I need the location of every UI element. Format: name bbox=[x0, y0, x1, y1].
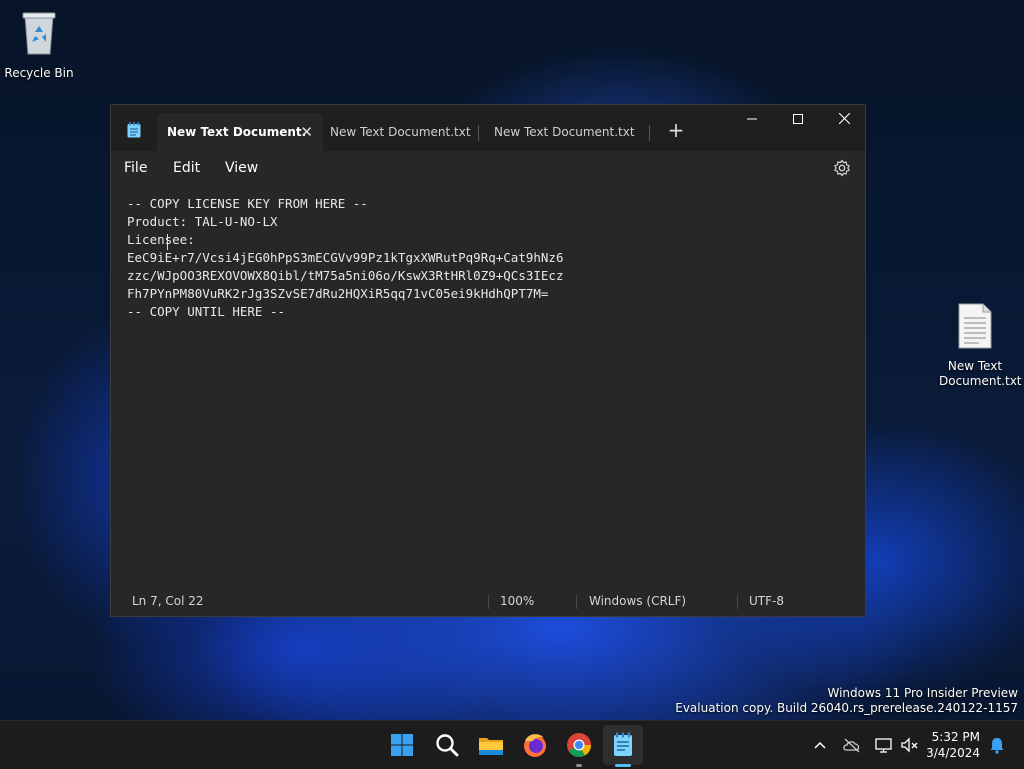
tab-label: New Text Document.txt bbox=[494, 125, 635, 139]
tab-active[interactable]: New Text Document. ✕ bbox=[157, 113, 323, 151]
firefox-icon[interactable] bbox=[519, 729, 551, 761]
evaluation-watermark: Windows 11 Pro Insider Preview Evaluatio… bbox=[675, 686, 1018, 716]
maximize-button[interactable] bbox=[775, 105, 821, 137]
chevron-up-icon[interactable] bbox=[810, 735, 830, 755]
close-button[interactable] bbox=[821, 105, 867, 137]
menu-bar: File Edit View bbox=[111, 151, 865, 185]
cursor-position: Ln 7, Col 22 bbox=[132, 594, 204, 608]
status-separator bbox=[488, 595, 489, 609]
clock-date: 3/4/2024 bbox=[926, 746, 980, 760]
notepad-icon[interactable] bbox=[607, 729, 639, 761]
desktop-text-file-label: New Text Document.txt bbox=[939, 359, 1022, 388]
watermark-line-2: Evaluation copy. Build 26040.rs_prerelea… bbox=[675, 701, 1018, 715]
recycle-bin[interactable]: Recycle Bin bbox=[0, 10, 79, 81]
chrome-icon[interactable] bbox=[563, 729, 595, 761]
status-bar: Ln 7, Col 22 100% Windows (CRLF) UTF-8 bbox=[111, 586, 865, 616]
new-tab-button[interactable]: + bbox=[665, 119, 687, 141]
notification-bell-icon[interactable] bbox=[987, 735, 1007, 755]
zoom-level: 100% bbox=[500, 594, 535, 608]
file-explorer-icon[interactable] bbox=[475, 729, 507, 761]
taskbar: 5:32 PM 3/4/2024 bbox=[0, 720, 1024, 769]
maximize-icon bbox=[793, 114, 803, 124]
network-icon[interactable] bbox=[874, 735, 894, 755]
text-file-icon bbox=[958, 303, 992, 349]
tab-separator bbox=[478, 125, 479, 141]
tab-2[interactable]: New Text Document.txt bbox=[320, 113, 480, 151]
title-bar[interactable]: New Text Document. ✕ New Text Document.t… bbox=[111, 105, 865, 151]
menu-edit[interactable]: Edit bbox=[173, 151, 200, 185]
line-ending: Windows (CRLF) bbox=[589, 594, 687, 608]
chrome-running-indicator bbox=[576, 764, 582, 767]
minimize-icon bbox=[747, 118, 757, 120]
encoding: UTF-8 bbox=[749, 594, 784, 608]
menu-view[interactable]: View bbox=[225, 151, 258, 185]
settings-gear-icon[interactable] bbox=[833, 159, 851, 177]
watermark-line-1: Windows 11 Pro Insider Preview bbox=[827, 686, 1018, 700]
notepad-app-icon bbox=[127, 122, 141, 138]
recycle-bin-label: Recycle Bin bbox=[4, 66, 74, 80]
desktop-text-file[interactable]: New Text Document.txt bbox=[935, 303, 1022, 389]
start-icon[interactable] bbox=[386, 729, 418, 761]
notepad-running-indicator bbox=[615, 764, 631, 767]
status-separator bbox=[576, 595, 577, 609]
clock-time: 5:32 PM bbox=[931, 730, 980, 744]
minimize-button[interactable] bbox=[729, 105, 775, 137]
tab-label: New Text Document. bbox=[167, 125, 307, 139]
text-editor[interactable]: -- COPY LICENSE KEY FROM HERE -- Product… bbox=[127, 195, 847, 495]
status-separator bbox=[737, 595, 738, 609]
tab-label: New Text Document.txt bbox=[330, 125, 471, 139]
search-icon[interactable] bbox=[431, 729, 463, 761]
text-cursor bbox=[167, 234, 168, 250]
menu-file[interactable]: File bbox=[124, 151, 147, 185]
onedrive-icon[interactable] bbox=[842, 735, 862, 755]
tab-close-icon[interactable]: ✕ bbox=[300, 113, 313, 151]
volume-muted-icon[interactable] bbox=[900, 735, 920, 755]
notepad-window: New Text Document. ✕ New Text Document.t… bbox=[110, 104, 866, 617]
close-icon bbox=[838, 112, 850, 125]
tab-separator bbox=[649, 125, 650, 141]
recycle-bin-icon bbox=[22, 12, 56, 55]
tab-3[interactable]: New Text Document.txt bbox=[484, 113, 644, 151]
system-clock[interactable]: 5:32 PM 3/4/2024 bbox=[926, 729, 980, 761]
